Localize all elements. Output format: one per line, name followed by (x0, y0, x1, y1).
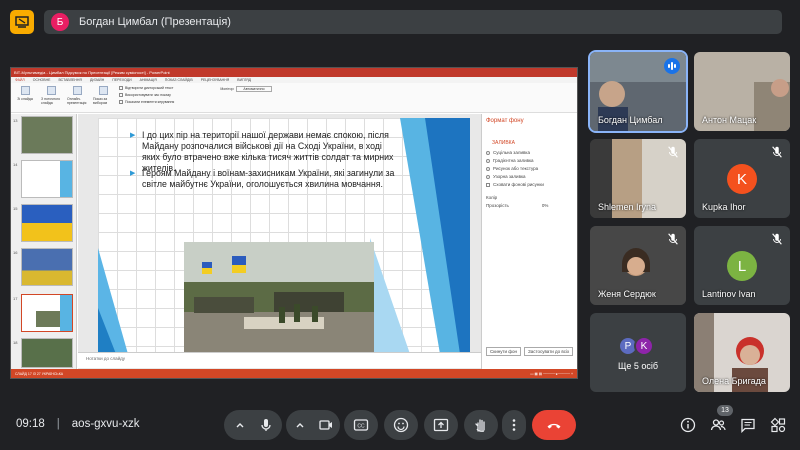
camera-icon[interactable] (313, 417, 339, 433)
presenter-avatar: Б (51, 13, 69, 31)
ribbon-button: Онлайн-презентація (67, 86, 87, 109)
participant-tile[interactable]: Богдан Цимбал (588, 50, 688, 133)
slide-thumbnail (21, 338, 73, 368)
chevron-up-icon[interactable] (227, 420, 253, 430)
participant-tile[interactable]: Антон Мацак (694, 52, 790, 131)
mic-off-icon (668, 233, 678, 245)
current-slide: І до цих пір на території нашої держави … (98, 118, 470, 354)
more-participants-label: Ще 5 осіб (617, 361, 659, 371)
ppt-tab: ФАЙЛ (15, 78, 25, 82)
slide-decoration-left (98, 248, 128, 354)
slide-bullet-2: Героям Майдану і воїнам-захисникам Украї… (130, 168, 402, 190)
chevron-up-icon[interactable] (287, 420, 313, 430)
shared-screen: ВІТ-Мультимедіа - Цимбал Підсумок по Пре… (10, 67, 578, 379)
ppt-tab: ПОКАЗ СЛАЙДІВ (164, 78, 193, 82)
ribbon-button: З поточного слайда (41, 86, 61, 109)
participant-tile[interactable]: L Lantinov Ivan (694, 226, 790, 305)
ribbon-checkbox-group: Відтворити дикторський текст Використову… (119, 86, 174, 109)
mic-off-icon (772, 233, 782, 245)
presenter-bar: Б Богдан Цимбал (Презентація) (44, 10, 782, 34)
ribbon-button: Показ за вибором (93, 86, 113, 109)
speaking-indicator-icon (664, 58, 680, 74)
mic-off-icon (668, 146, 678, 158)
ribbon-monitor-group: Монітор: Автоматично (220, 86, 272, 109)
ppt-tab: ВИГЛЯД (237, 78, 252, 82)
color-row: Колір (486, 195, 498, 200)
soldiers-photo (184, 242, 374, 352)
mic-icon[interactable] (253, 417, 279, 433)
ppt-tab: ДИЗАЙН (89, 78, 105, 82)
activities-icon[interactable] (770, 417, 786, 433)
slide-thumbnail (21, 116, 73, 154)
captions-icon: CC (353, 419, 369, 431)
participant-avatar: L (727, 251, 757, 281)
bottom-controls: 09:18 | aos-gxvu-xzk CC (0, 400, 800, 450)
fill-option: Рисунок або текстура (486, 166, 573, 171)
meeting-time: 09:18 (16, 418, 45, 430)
slide-editor: І до цих пір на території нашої держави … (78, 114, 483, 370)
present-screen-icon (433, 418, 449, 432)
transparency-row: Прозорість 0% (486, 203, 549, 208)
ppt-window-title: ВІТ-Мультимедіа - Цимбал Підсумок по Пре… (11, 68, 577, 77)
presenter-label: Богдан Цимбал (Презентація) (79, 16, 231, 28)
ppt-tab: ВСТАВЛЕННЯ (58, 78, 82, 82)
ppt-status-bar: СЛАЙД 17 ІЗ 27 УКРАЇНСЬКА ▭ ▦ ▤ ─────●──… (11, 369, 577, 378)
ppt-tab: ОСНОВНЕ (32, 78, 51, 82)
meeting-info: 09:18 | aos-gxvu-xzk (16, 418, 140, 430)
participant-count-badge: 13 (717, 405, 733, 416)
meeting-code: aos-gxvu-xzk (71, 418, 140, 430)
slide-thumbnails: 13 14 15 16 17 18 (11, 114, 77, 370)
participant-tile[interactable]: Олена Бригада (694, 313, 790, 392)
more-options-button[interactable] (502, 410, 526, 440)
ppt-ribbon: Зі слайда З поточного слайда Онлайн-през… (11, 83, 577, 113)
format-pane-title: Формат фону (486, 118, 524, 124)
mic-off-icon (772, 146, 782, 158)
chat-icon[interactable] (740, 417, 756, 433)
slide-notes: Нотатки до слайду (78, 352, 483, 368)
format-background-pane: Формат фону ЗАЛИВКА Суцільна заливка Гра… (481, 114, 577, 370)
info-icon[interactable] (680, 417, 696, 433)
participant-avatar: K (727, 164, 757, 194)
fill-section-title: ЗАЛИВКА (492, 140, 515, 146)
fill-option: Градієнтна заливка (486, 158, 573, 163)
camera-control[interactable] (286, 410, 340, 440)
ppt-tab: АНІМАЦІЯ (139, 78, 157, 82)
participant-tile[interactable]: Shlemen Iryna (590, 139, 686, 218)
people-icon[interactable] (710, 417, 726, 433)
more-vert-icon (512, 419, 516, 431)
ribbon-button: Зі слайда (15, 86, 35, 109)
emoji-icon (393, 417, 409, 433)
slide-thumbnail-active (21, 294, 73, 332)
participant-avatar: K (634, 336, 654, 356)
slide-thumbnail (21, 248, 73, 286)
captions-button[interactable]: CC (344, 410, 378, 440)
slide-thumbnail (21, 160, 73, 198)
emoji-button[interactable] (384, 410, 418, 440)
mic-control[interactable] (224, 410, 282, 440)
presentation-badge-icon[interactable] (10, 10, 34, 34)
hand-icon (475, 419, 485, 432)
ppt-tab: РЕЦЕНЗУВАННЯ (200, 78, 230, 82)
fill-option: Суцільна заливка (486, 150, 573, 155)
more-participants-tile[interactable]: P K Ще 5 осіб (590, 313, 686, 392)
fill-option: Сховати фонові рисунки (486, 182, 573, 187)
participant-tile[interactable]: Женя Сердюк (590, 226, 686, 305)
end-call-icon (547, 423, 561, 429)
participant-tile[interactable]: K Kupka Ihor (694, 139, 790, 218)
ppt-tab: ПЕРЕХОДИ (112, 78, 132, 82)
slide-thumbnail (21, 204, 73, 242)
fill-option: Узорна заливка (486, 174, 573, 179)
raise-hand-button[interactable] (464, 410, 498, 440)
svg-text:CC: CC (357, 424, 365, 430)
end-call-button[interactable] (532, 410, 576, 440)
present-button[interactable] (424, 410, 458, 440)
format-pane-buttons: Скинути фон Застосувати до всіх (486, 347, 576, 356)
more-avatars: P K (618, 336, 654, 356)
